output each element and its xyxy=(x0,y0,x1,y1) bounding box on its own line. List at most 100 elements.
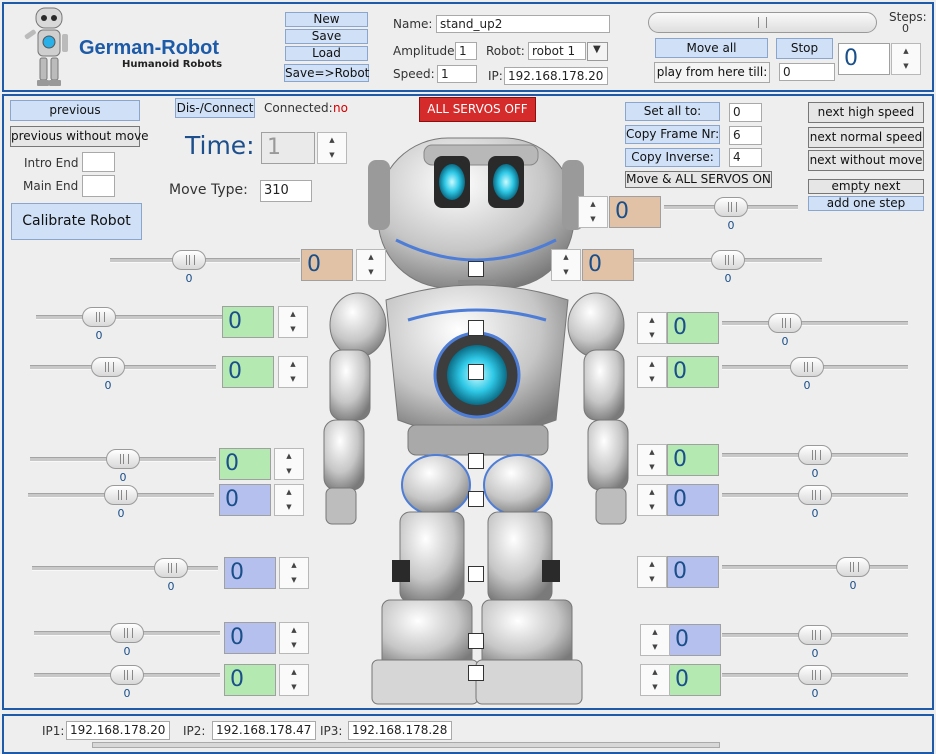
spin-down-icon[interactable]: ▼ xyxy=(275,500,303,515)
servo-slider-3[interactable]: 0 xyxy=(36,306,222,342)
servo-slider-0[interactable]: 0 xyxy=(110,249,300,285)
joint-checkbox-waist[interactable] xyxy=(468,453,484,469)
spin-down-icon[interactable]: ▼ xyxy=(638,500,666,515)
frame-scrub-slider[interactable] xyxy=(648,12,877,33)
servo-spinner-4[interactable]: ▲ ▼ xyxy=(278,356,308,388)
save-to-robot-button[interactable]: Save=>Robot xyxy=(284,64,369,82)
spin-down-icon[interactable]: ▼ xyxy=(280,680,308,695)
play-till-field[interactable]: 0 xyxy=(779,63,835,81)
slider-handle[interactable] xyxy=(768,313,802,333)
spin-up-icon[interactable]: ▲ xyxy=(275,485,303,500)
slider-handle[interactable] xyxy=(711,250,745,270)
step-number-spinner[interactable]: ▲ ▼ xyxy=(891,43,921,75)
spin-up-icon[interactable]: ▲ xyxy=(638,445,666,460)
ip1-field[interactable]: 192.168.178.20 xyxy=(66,721,170,740)
spin-up-icon[interactable]: ▲ xyxy=(638,357,666,372)
next-high-speed-button[interactable]: next high speed xyxy=(808,102,924,123)
servo-value-box-13[interactable]: 0 xyxy=(224,622,276,654)
servo-value-box-14[interactable]: 0 xyxy=(224,664,276,696)
slider-handle[interactable] xyxy=(106,449,140,469)
servo-value-box-12[interactable]: 0 xyxy=(667,556,719,588)
servo-spinner-3[interactable]: ▲ ▼ xyxy=(278,306,308,338)
spin-up-icon[interactable]: ▲ xyxy=(280,623,308,638)
servo-value-box-0[interactable]: 0 xyxy=(301,249,353,281)
spin-up-icon[interactable]: ▲ xyxy=(641,665,669,680)
joint-checkbox-chest-core[interactable] xyxy=(468,364,484,380)
servo-spinner-11[interactable]: ▲ ▼ xyxy=(279,557,309,589)
servo-slider-16[interactable]: 0 xyxy=(722,664,908,700)
ip-field[interactable]: 192.168.178.20 xyxy=(504,67,608,85)
play-from-here-button[interactable]: play from here till: xyxy=(654,62,770,83)
slider-handle[interactable] xyxy=(82,307,116,327)
name-field[interactable]: stand_up2 xyxy=(436,15,610,33)
slider-handle[interactable] xyxy=(798,485,832,505)
servo-spinner-8[interactable]: ▲ ▼ xyxy=(274,484,304,516)
spin-down-icon[interactable]: ▼ xyxy=(357,265,385,280)
main-end-field[interactable] xyxy=(82,175,115,197)
ip2-field[interactable]: 192.168.178.47 xyxy=(212,721,316,740)
all-servos-off-button[interactable]: ALL SERVOS OFF xyxy=(419,97,536,122)
servo-slider-9[interactable]: 0 xyxy=(722,444,908,480)
spin-down-icon[interactable]: ▼ xyxy=(279,322,307,337)
calibrate-robot-button[interactable]: Calibrate Robot xyxy=(11,203,142,240)
servo-slider-6[interactable]: 0 xyxy=(722,356,908,392)
joint-checkbox-chest-upper[interactable] xyxy=(468,320,484,336)
spin-down-icon[interactable]: ▼ xyxy=(641,640,669,655)
speed-field[interactable]: 1 xyxy=(437,65,477,83)
copy-frame-field[interactable]: 6 xyxy=(729,126,762,145)
servo-value-box-8[interactable]: 0 xyxy=(219,484,271,516)
spin-down-icon[interactable]: ▼ xyxy=(638,460,666,475)
intro-end-field[interactable] xyxy=(82,152,115,172)
previous-button[interactable]: previous xyxy=(10,100,140,121)
move-type-field[interactable]: 310 xyxy=(260,180,312,202)
spin-down-icon[interactable]: ▼ xyxy=(638,328,666,343)
spin-down-icon[interactable]: ▼ xyxy=(275,464,303,479)
servo-slider-1[interactable]: 0 xyxy=(664,196,798,232)
servo-value-box-7[interactable]: 0 xyxy=(219,448,271,480)
copy-inverse-button[interactable]: Copy Inverse: xyxy=(625,148,720,167)
spin-up-icon[interactable]: ▲ xyxy=(357,250,385,265)
servo-slider-11[interactable]: 0 xyxy=(32,557,218,593)
spin-down-icon[interactable]: ▼ xyxy=(579,212,607,227)
servo-value-box-6[interactable]: 0 xyxy=(667,356,719,388)
servo-slider-8[interactable]: 0 xyxy=(28,484,214,520)
spin-up-icon[interactable]: ▲ xyxy=(641,625,669,640)
servo-value-box-11[interactable]: 0 xyxy=(224,557,276,589)
slider-handle[interactable] xyxy=(110,665,144,685)
time-spinner[interactable]: ▲ ▼ xyxy=(317,132,347,164)
amplitude-field[interactable]: 1 xyxy=(455,42,477,60)
spin-up-icon[interactable]: ▲ xyxy=(275,449,303,464)
spin-down-icon[interactable]: ▼ xyxy=(638,572,666,587)
stop-button[interactable]: Stop xyxy=(776,38,833,59)
spin-down-icon[interactable]: ▼ xyxy=(279,372,307,387)
next-without-move-button[interactable]: next without move xyxy=(808,150,924,171)
slider-handle[interactable] xyxy=(714,197,748,217)
joint-checkbox-hip[interactable] xyxy=(468,491,484,507)
servo-slider-14[interactable]: 0 xyxy=(34,664,220,700)
spin-down-icon[interactable]: ▼ xyxy=(280,573,308,588)
servo-slider-2[interactable]: 0 xyxy=(634,249,822,285)
slider-handle[interactable] xyxy=(798,665,832,685)
servo-value-box-9[interactable]: 0 xyxy=(667,444,719,476)
servo-slider-7[interactable]: 0 xyxy=(30,448,216,484)
servo-spinner-10[interactable]: ▲ ▼ xyxy=(637,484,667,516)
servo-slider-15[interactable]: 0 xyxy=(722,624,908,660)
servo-slider-12[interactable]: 0 xyxy=(722,556,908,592)
servo-spinner-15[interactable]: ▲ ▼ xyxy=(640,624,670,656)
spin-down-icon[interactable]: ▼ xyxy=(318,148,346,163)
robot-dropdown-button[interactable]: ▼ xyxy=(587,42,608,61)
slider-handle[interactable] xyxy=(172,250,206,270)
previous-without-move-button[interactable]: previous without move xyxy=(10,126,149,147)
servo-value-box-5[interactable]: 0 xyxy=(667,312,719,344)
slider-handle[interactable] xyxy=(798,625,832,645)
time-field[interactable]: 1 xyxy=(261,132,315,164)
servo-value-box-4[interactable]: 0 xyxy=(222,356,274,388)
servo-spinner-13[interactable]: ▲ ▼ xyxy=(279,622,309,654)
servo-value-box-16[interactable]: 0 xyxy=(669,664,721,696)
save-button[interactable]: Save xyxy=(285,29,368,44)
servo-value-box-3[interactable]: 0 xyxy=(222,306,274,338)
step-number-box[interactable]: 0 xyxy=(838,43,890,75)
set-all-field[interactable]: 0 xyxy=(729,103,762,122)
slider-handle[interactable] xyxy=(836,557,870,577)
spin-down-icon[interactable]: ▼ xyxy=(638,372,666,387)
